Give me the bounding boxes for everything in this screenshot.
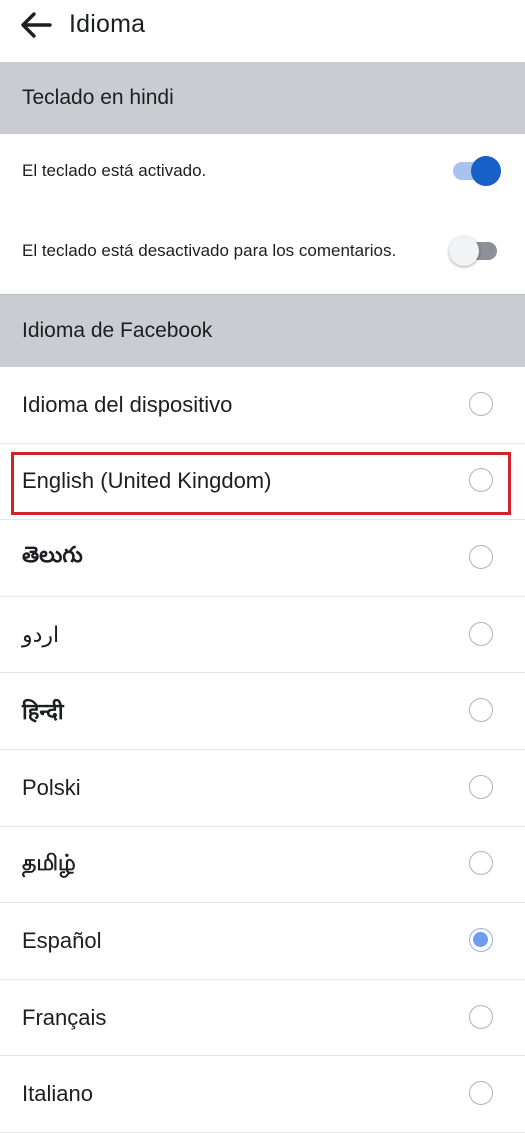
arrow-left-icon bbox=[21, 12, 52, 38]
language-option-tamil[interactable]: தமிழ் bbox=[0, 827, 525, 904]
language-label: తెలుగు bbox=[22, 542, 83, 568]
top-app-bar: Idioma bbox=[0, 0, 525, 62]
keyboard-comments-toggle[interactable] bbox=[449, 236, 497, 266]
language-option-english-uk[interactable]: English (United Kingdom) bbox=[0, 444, 525, 521]
language-option-francais[interactable]: Français bbox=[0, 980, 525, 1057]
language-label: Polski bbox=[22, 774, 81, 800]
language-option-device[interactable]: Idioma del dispositivo bbox=[0, 367, 525, 444]
language-label: हिन्दी bbox=[22, 699, 64, 725]
language-label: Español bbox=[22, 927, 102, 953]
language-label: Italiano bbox=[22, 1081, 93, 1107]
radio-button[interactable] bbox=[469, 774, 493, 799]
radio-button[interactable] bbox=[469, 698, 493, 723]
language-list: Idioma del dispositivo English (United K… bbox=[0, 367, 525, 1133]
radio-button-selected[interactable] bbox=[469, 927, 493, 952]
language-option-polski[interactable]: Polski bbox=[0, 750, 525, 827]
language-option-urdu[interactable]: اردو bbox=[0, 597, 525, 674]
radio-button[interactable] bbox=[469, 621, 493, 646]
keyboard-comments-row: El teclado está desactivado para los com… bbox=[0, 208, 525, 294]
radio-button[interactable] bbox=[469, 391, 493, 416]
language-option-italiano[interactable]: Italiano bbox=[0, 1056, 525, 1133]
language-label: Idioma del dispositivo bbox=[22, 391, 233, 417]
radio-button[interactable] bbox=[469, 544, 493, 569]
language-option-telugu[interactable]: తెలుగు bbox=[0, 520, 525, 597]
section-header-language: Idioma de Facebook bbox=[0, 294, 525, 367]
page-title: Idioma bbox=[69, 10, 146, 38]
keyboard-enabled-toggle[interactable] bbox=[453, 156, 501, 186]
language-option-espanol[interactable]: Español bbox=[0, 903, 525, 980]
keyboard-enabled-row: El teclado está activado. bbox=[0, 134, 525, 208]
toggle-knob bbox=[471, 156, 501, 186]
language-label: தமிழ் bbox=[22, 849, 76, 875]
radio-button[interactable] bbox=[469, 851, 493, 876]
radio-button[interactable] bbox=[469, 1081, 493, 1106]
language-option-hindi[interactable]: हिन्दी bbox=[0, 673, 525, 750]
language-label: Français bbox=[22, 1004, 107, 1030]
language-label: اردو bbox=[22, 621, 60, 647]
section-header-keyboard: Teclado en hindi bbox=[0, 62, 525, 134]
keyboard-comments-label: El teclado está desactivado para los com… bbox=[22, 241, 397, 260]
language-label: English (United Kingdom) bbox=[22, 468, 272, 494]
radio-button[interactable] bbox=[469, 1004, 493, 1029]
back-button[interactable] bbox=[16, 7, 56, 43]
toggle-knob bbox=[449, 236, 479, 266]
radio-button[interactable] bbox=[469, 468, 493, 493]
keyboard-enabled-label: El teclado está activado. bbox=[22, 161, 207, 180]
